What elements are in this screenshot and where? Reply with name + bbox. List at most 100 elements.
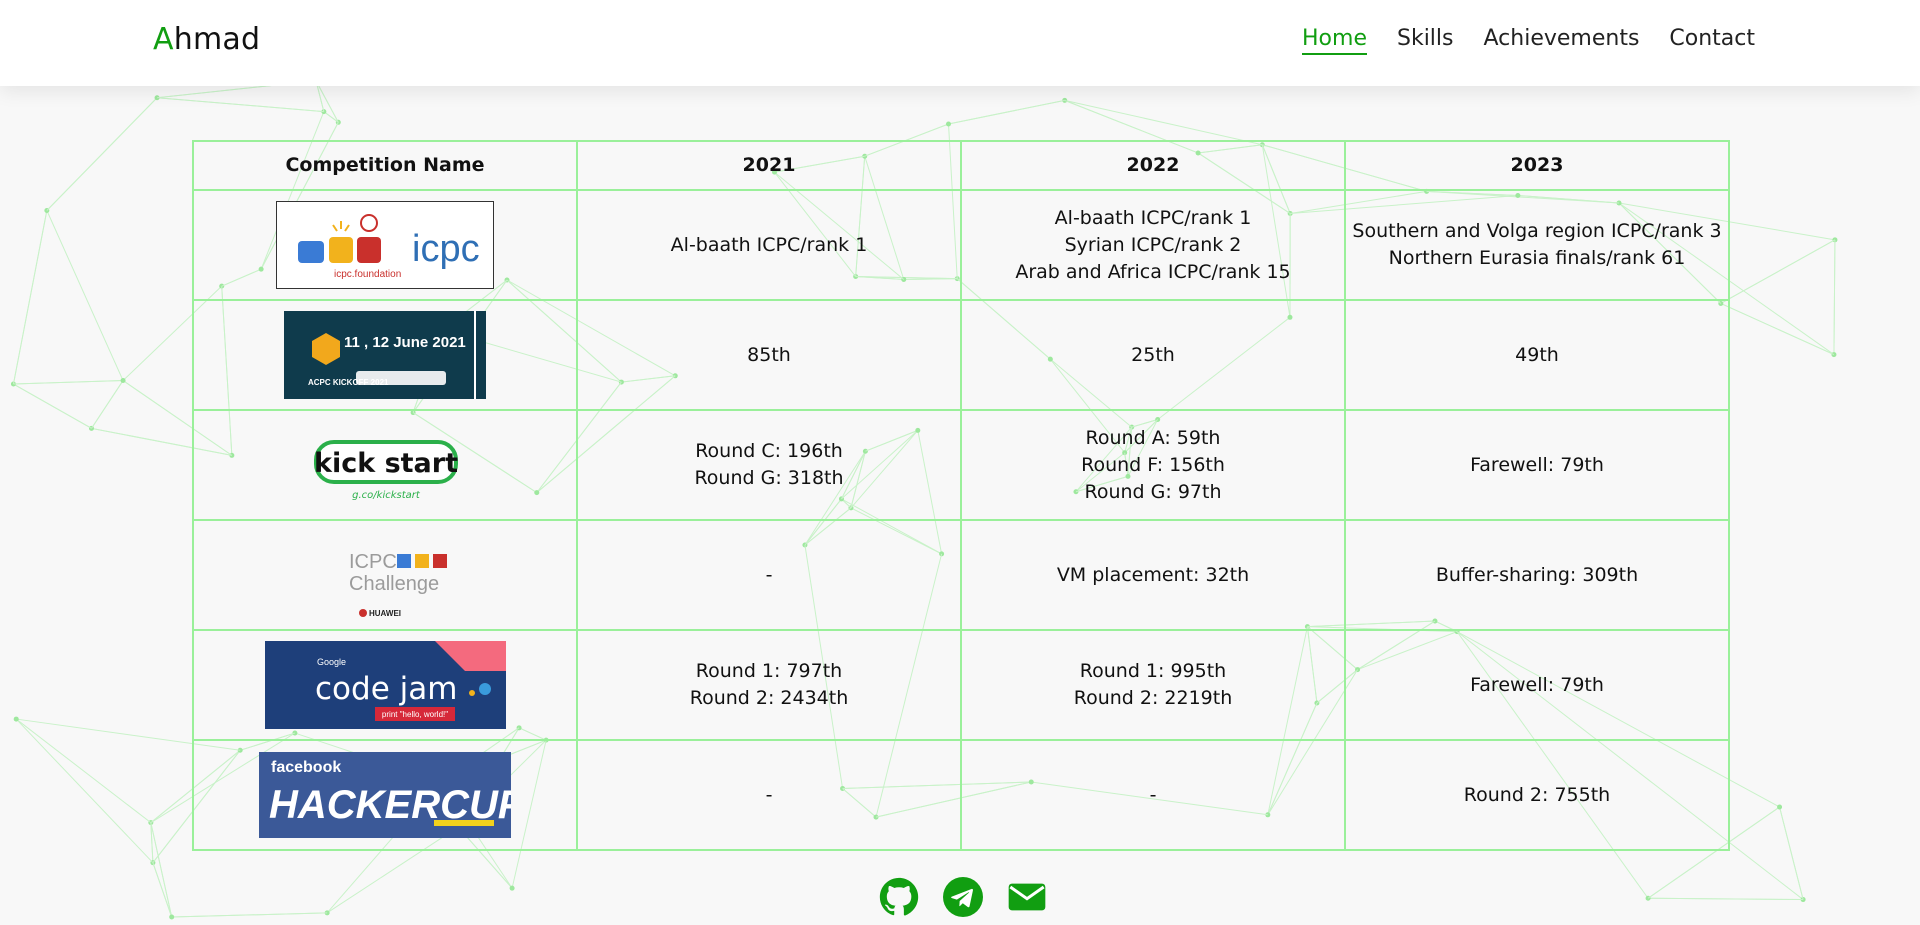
code-jam-logo: Google code jam print "hello, world!" xyxy=(264,641,506,729)
result-2023-cell: Farewell: 79th xyxy=(1344,629,1730,741)
background-node xyxy=(1777,804,1783,810)
result-line: Round 1: 797th xyxy=(695,660,843,682)
background-line xyxy=(152,862,173,918)
competition-logo-cell: kick start g.co/kickstart xyxy=(192,409,578,521)
result-2022-cell: Round A: 59th Round F: 156th Round G: 97… xyxy=(960,409,1346,521)
background-line xyxy=(1720,239,1836,304)
background-node xyxy=(946,121,952,127)
table-row: facebook HACKERCUP - - Round 2: 755th xyxy=(192,739,1730,851)
result-line: Round 2: 2219th xyxy=(1073,687,1233,709)
background-line xyxy=(323,111,339,123)
result-2022-cell: 25th xyxy=(960,299,1346,411)
result-2022-cell: - xyxy=(960,739,1346,851)
email-icon[interactable] xyxy=(1007,877,1047,917)
header-2022: 2022 xyxy=(960,140,1346,191)
table-header-row: Competition Name 2021 2022 2023 xyxy=(192,140,1730,191)
table-row: Google code jam print "hello, world!" Ro… xyxy=(192,629,1730,741)
background-line xyxy=(948,99,1065,125)
result-2023-cell: 49th xyxy=(1344,299,1730,411)
background-line xyxy=(1720,303,1835,356)
table-row: 11 , 12 June 2021 ACPC KICKOFF 2021 85th… xyxy=(192,299,1730,411)
header-2023: 2023 xyxy=(1344,140,1730,191)
background-line xyxy=(46,97,158,211)
brand-logo[interactable]: Ahmad xyxy=(153,22,260,57)
result-line: Syrian ICPC/rank 2 xyxy=(1064,233,1242,256)
background-line xyxy=(15,718,154,864)
result-2021-cell: Round C: 196th Round G: 318th xyxy=(576,409,962,521)
nav-home[interactable]: Home xyxy=(1302,26,1367,55)
background-line xyxy=(315,80,339,123)
acpc-logo-date: 11 , 12 June 2021 xyxy=(344,334,466,351)
svg-text:Google: Google xyxy=(317,657,346,667)
result-2022-cell: Al-baath ICPC/rank 1 Syrian ICPC/rank 2 … xyxy=(960,189,1346,301)
background-line xyxy=(171,912,328,918)
background-line xyxy=(157,97,324,113)
icpc-foundation-logo: icpc icpc.foundation xyxy=(276,201,494,289)
svg-text:Challenge: Challenge xyxy=(349,573,439,595)
header-2021: 2021 xyxy=(576,140,962,191)
result-line: Round G: 318th xyxy=(694,467,844,489)
nav-contact[interactable]: Contact xyxy=(1669,26,1755,55)
background-line xyxy=(1833,239,1836,355)
competition-logo-cell: 11 , 12 June 2021 ACPC KICKOFF 2021 xyxy=(192,299,578,411)
background-line xyxy=(13,383,92,429)
result-line: Round 2: 2434th xyxy=(689,687,849,709)
background-line xyxy=(1064,99,1263,146)
facebook-hacker-cup-logo: facebook HACKERCUP xyxy=(259,752,511,838)
result-line: Round F: 156th xyxy=(1081,453,1225,476)
result-line: Round A: 59th xyxy=(1085,426,1221,449)
competition-logo-cell: Google code jam print "hello, world!" xyxy=(192,629,578,741)
competition-logo-cell: facebook HACKERCUP xyxy=(192,739,578,851)
table-row: kick start g.co/kickstart Round C: 196th… xyxy=(192,409,1730,521)
result-2021-cell: - xyxy=(576,519,962,631)
background-node xyxy=(13,716,19,722)
result-2022-cell: Round 1: 995th Round 2: 2219th xyxy=(960,629,1346,741)
nav-achievements[interactable]: Achievements xyxy=(1484,26,1640,55)
telegram-icon[interactable] xyxy=(943,877,983,917)
background-line xyxy=(150,822,173,918)
result-2021-cell: Round 1: 797th Round 2: 2434th xyxy=(576,629,962,741)
icpc-logo-text: icpc xyxy=(412,228,480,270)
background-line xyxy=(1648,897,1804,901)
kickstart-logo: kick start g.co/kickstart xyxy=(314,440,458,501)
site-header: Ahmad Home Skills Achievements Contact xyxy=(0,0,1920,86)
table-row: ICPC Challenge HUAWEI - VM placement: 32… xyxy=(192,519,1730,631)
background-line xyxy=(1779,806,1804,900)
brand-rest: hmad xyxy=(173,22,261,57)
result-line: Arab and Africa ICPC/rank 15 xyxy=(1015,260,1291,283)
background-node xyxy=(509,885,515,891)
main-nav: Home Skills Achievements Contact xyxy=(1302,26,1755,55)
competitions-table: Competition Name 2021 2022 2023 icpc icp… xyxy=(192,140,1730,851)
github-icon[interactable] xyxy=(879,877,919,917)
code-jam-logo-text: code jam xyxy=(315,671,457,707)
background-line xyxy=(13,380,124,385)
header-competition-name: Competition Name xyxy=(192,140,578,191)
background-node xyxy=(120,378,126,384)
result-2023-cell: Southern and Volga region ICPC/rank 3 No… xyxy=(1344,189,1730,301)
svg-text:ICPC: ICPC xyxy=(349,551,397,573)
kickstart-logo-text: kick start xyxy=(314,448,458,479)
nav-skills[interactable]: Skills xyxy=(1397,26,1454,55)
icpc-logo-subtext: icpc.foundation xyxy=(334,269,401,280)
result-2023-cell: Farewell: 79th xyxy=(1344,409,1730,521)
result-2021-cell: - xyxy=(576,739,962,851)
background-node xyxy=(169,914,175,920)
background-line xyxy=(12,210,48,385)
table-row: icpc icpc.foundation Al-baath ICPC/rank … xyxy=(192,189,1730,301)
code-jam-logo-subtext: print "hello, world!" xyxy=(381,710,447,719)
competition-logo-cell: icpc icpc.foundation xyxy=(192,189,578,301)
background-line xyxy=(91,380,124,429)
competition-logo-cell: ICPC Challenge HUAWEI xyxy=(192,519,578,631)
result-line: Al-baath ICPC/rank 1 xyxy=(670,233,868,256)
result-2023-cell: Round 2: 755th xyxy=(1344,739,1730,851)
result-line: Round 1: 995th xyxy=(1079,660,1227,682)
result-2021-cell: 85th xyxy=(576,299,962,411)
icpc-challenge-logo: ICPC Challenge HUAWEI xyxy=(349,551,447,618)
result-2022-cell: VM placement: 32th xyxy=(960,519,1346,631)
result-line: Round G: 97th xyxy=(1084,480,1222,503)
result-line: Round C: 196th xyxy=(695,440,843,462)
result-2021-cell: Al-baath ICPC/rank 1 xyxy=(576,189,962,301)
acpc-kickoff-logo: 11 , 12 June 2021 ACPC KICKOFF 2021 xyxy=(284,311,486,399)
background-line xyxy=(46,210,124,381)
result-line: Al-baath ICPC/rank 1 xyxy=(1054,206,1252,229)
